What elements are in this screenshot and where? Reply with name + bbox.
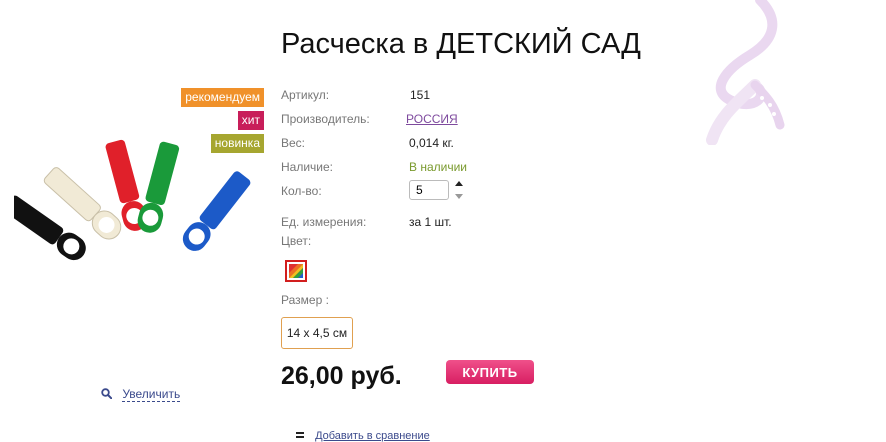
quantity-label: Кол-во: [281, 184, 322, 198]
compare-icon [296, 432, 304, 438]
article-label: Артикул: [281, 88, 330, 102]
availability-label: Наличие: [281, 160, 334, 174]
size-option[interactable]: 14 x 4,5 см [281, 317, 353, 349]
manufacturer-label: Производитель: [281, 112, 370, 126]
badge-hit: хит [237, 111, 264, 130]
article-value: 151 [410, 88, 431, 102]
stepper-arrows-icon[interactable] [455, 181, 463, 199]
comb-green [137, 141, 180, 233]
comb-blue [182, 171, 251, 251]
ribbon-decoration [706, 0, 785, 145]
product-image[interactable] [14, 134, 264, 274]
color-label: Цвет: [281, 234, 312, 248]
unit-value: за 1 шт. [409, 215, 452, 229]
weight-label: Вес: [281, 136, 306, 150]
compare-link[interactable]: Добавить в сравнение [296, 430, 430, 442]
page-title: Расческа в ДЕТСКИЙ САД [281, 28, 641, 60]
price: 26,00 руб. [281, 362, 402, 390]
unit-label: Ед. измерения: [281, 215, 367, 229]
buy-button[interactable]: КУПИТЬ [446, 360, 534, 384]
quantity-input[interactable] [409, 180, 449, 200]
multicolor-swatch-icon [289, 264, 303, 278]
weight-value: 0,014 кг. [409, 136, 454, 150]
badge-recommend: рекомендуем [181, 88, 264, 107]
zoom-label[interactable]: Увеличить [122, 387, 181, 402]
color-swatch-multicolor[interactable] [285, 260, 307, 282]
size-label: Размер : [281, 293, 329, 307]
compare-label[interactable]: Добавить в сравнение [315, 430, 430, 442]
zoom-link[interactable]: Увеличить [101, 387, 181, 402]
availability-value: В наличии [409, 160, 468, 174]
manufacturer-link[interactable]: РОССИЯ [406, 112, 458, 126]
magnifier-icon [101, 388, 113, 400]
